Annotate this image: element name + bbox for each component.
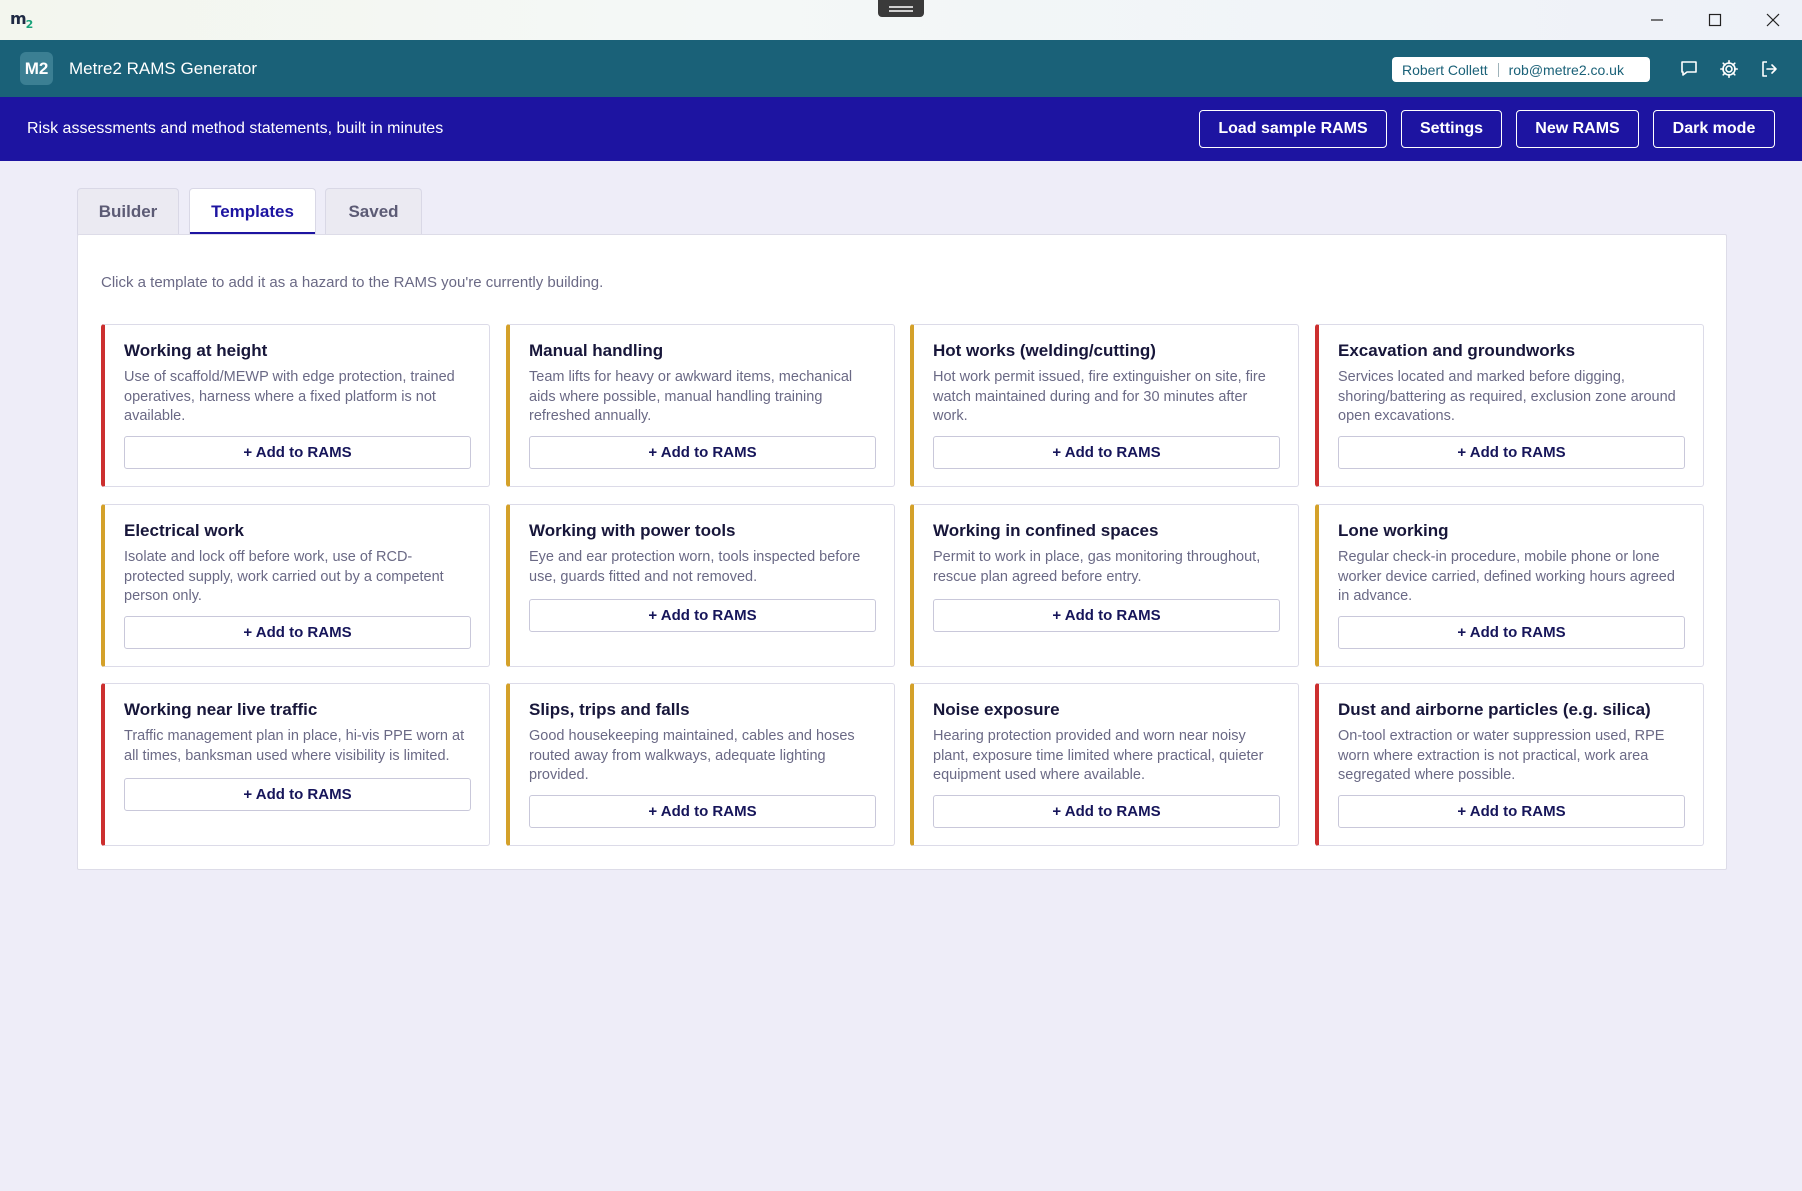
template-card[interactable]: Working near live traffic Traffic managem… — [101, 683, 490, 846]
template-card[interactable]: Working at height Use of scaffold/MEWP wi… — [101, 324, 490, 487]
template-card[interactable]: Noise exposure Hearing protection provide… — [910, 683, 1299, 846]
add-to-rams-button[interactable]: + Add to RAMS — [529, 436, 876, 469]
template-card[interactable]: Hot works (welding/cutting) Hot work perm… — [910, 324, 1299, 487]
minimize-icon[interactable] — [1628, 0, 1686, 40]
template-card-description: Eye and ear protection worn, tools inspe… — [529, 549, 861, 585]
template-card-description: Good housekeeping maintained, cables and… — [529, 728, 855, 783]
template-card-title: Dust and airborne particles (e.g. silica… — [1338, 700, 1651, 719]
new-rams-button[interactable]: New RAMS — [1516, 110, 1639, 148]
template-card[interactable]: Slips, trips and falls Good housekeeping … — [506, 683, 895, 846]
add-to-rams-button[interactable]: + Add to RAMS — [1338, 436, 1685, 469]
add-to-rams-button[interactable]: + Add to RAMS — [933, 795, 1280, 828]
template-card[interactable]: Electrical work Isolate and lock off befo… — [101, 504, 490, 667]
app-badge: M2 — [20, 52, 53, 85]
add-to-rams-button[interactable]: + Add to RAMS — [124, 616, 471, 649]
maximize-icon[interactable] — [1686, 0, 1744, 40]
settings-button[interactable]: Settings — [1401, 110, 1502, 148]
template-card-title: Working with power tools — [529, 521, 736, 540]
add-to-rams-button[interactable]: + Add to RAMS — [933, 436, 1280, 469]
add-to-rams-button[interactable]: + Add to RAMS — [1338, 616, 1685, 649]
template-card[interactable]: Lone working Regular check-in procedure, … — [1315, 504, 1704, 667]
window-titlebar[interactable]: m2 — [0, 0, 1802, 40]
action-banner: Risk assessments and method statements, … — [0, 97, 1802, 161]
template-card-title: Excavation and groundworks — [1338, 341, 1576, 360]
add-to-rams-button[interactable]: + Add to RAMS — [124, 778, 471, 811]
user-name: Robert Collett — [1402, 61, 1488, 78]
template-card-description: Hearing protection provided and worn nea… — [933, 728, 1264, 783]
template-card-title: Manual handling — [529, 341, 664, 360]
user-pill-divider — [1497, 62, 1499, 77]
template-card-description: Permit to work in place, gas monitoring … — [933, 549, 1261, 585]
tab-templates[interactable]: Templates — [189, 188, 316, 235]
tab-saved[interactable]: Saved — [325, 188, 422, 235]
template-card[interactable]: Manual handling Team lifts for heavy or a… — [506, 324, 895, 487]
template-card[interactable]: Dust and airborne particles (e.g. silica… — [1315, 683, 1704, 846]
template-card-description: Isolate and lock off before work, use of… — [124, 549, 444, 604]
template-card-title: Slips, trips and falls — [529, 700, 690, 719]
add-to-rams-button[interactable]: + Add to RAMS — [529, 795, 876, 828]
dark-mode-button[interactable]: Dark mode — [1653, 110, 1775, 148]
template-card-description: Regular check-in procedure, mobile phone… — [1338, 549, 1675, 604]
template-card[interactable]: Excavation and groundworks Services locat… — [1315, 324, 1704, 487]
load-sample-button[interactable]: Load sample RAMS — [1199, 110, 1387, 148]
tab-builder[interactable]: Builder — [77, 188, 179, 235]
window-controls — [1628, 0, 1802, 40]
window-drag-handle[interactable] — [878, 0, 924, 17]
app-title: Metre2 RAMS Generator — [69, 58, 258, 78]
app-logo: m2 — [10, 8, 33, 32]
template-card-description: On-tool extraction or water suppression … — [1338, 728, 1665, 783]
templates-panel: Click a template to add it as a hazard t… — [77, 234, 1727, 870]
template-card-title: Working near live traffic — [124, 700, 318, 719]
template-card-description: Hot work permit issued, fire extinguishe… — [933, 369, 1266, 424]
template-card-description: Traffic management plan in place, hi-vis… — [124, 728, 465, 764]
close-icon[interactable] — [1744, 0, 1802, 40]
template-card-description: Use of scaffold/MEWP with edge protectio… — [124, 369, 455, 424]
gear-icon[interactable] — [1716, 56, 1742, 82]
add-to-rams-button[interactable]: + Add to RAMS — [1338, 795, 1685, 828]
tagline: Risk assessments and method statements, … — [27, 120, 444, 137]
user-email: rob@metre2.co.uk — [1508, 61, 1624, 78]
logout-icon[interactable] — [1756, 56, 1782, 82]
template-card-title: Lone working — [1338, 521, 1449, 540]
template-card-title: Working at height — [124, 341, 268, 360]
templates-hint: Click a template to add it as a hazard t… — [101, 274, 604, 291]
add-to-rams-button[interactable]: + Add to RAMS — [529, 599, 876, 632]
template-card-title: Working in confined spaces — [933, 521, 1159, 540]
chat-icon[interactable] — [1676, 56, 1702, 82]
template-card-title: Noise exposure — [933, 700, 1060, 719]
app-header: M2 Metre2 RAMS Generator Robert Collett … — [0, 40, 1802, 97]
template-card-title: Hot works (welding/cutting) — [933, 341, 1156, 360]
template-card-description: Services located and marked before diggi… — [1338, 369, 1676, 424]
template-card[interactable]: Working in confined spaces Permit to work… — [910, 504, 1299, 667]
template-card[interactable]: Working with power tools Eye and ear prot… — [506, 504, 895, 667]
template-card-title: Electrical work — [124, 521, 245, 540]
add-to-rams-button[interactable]: + Add to RAMS — [933, 599, 1280, 632]
user-pill[interactable]: Robert Collett rob@metre2.co.uk — [1392, 57, 1650, 82]
template-card-description: Team lifts for heavy or awkward items, m… — [529, 369, 853, 424]
add-to-rams-button[interactable]: + Add to RAMS — [124, 436, 471, 469]
